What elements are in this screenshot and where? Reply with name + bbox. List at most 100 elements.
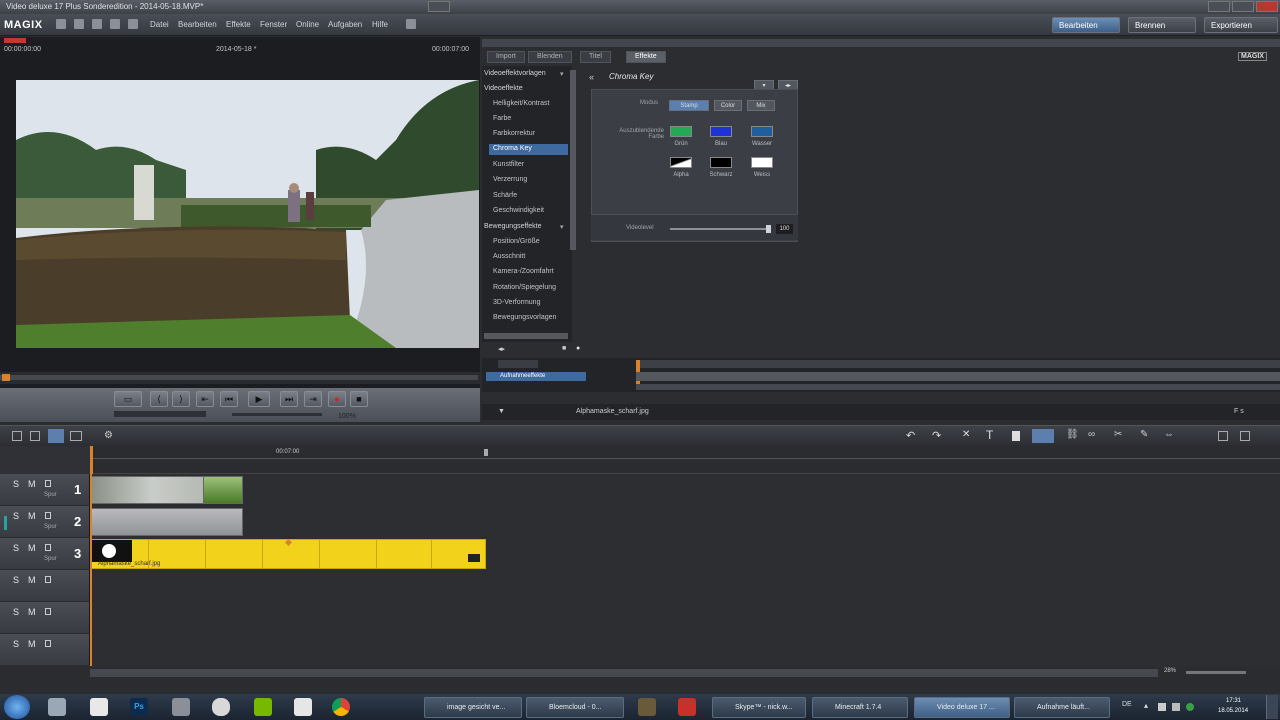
videolevel-value[interactable]: 100 bbox=[776, 224, 793, 234]
effect-track-bar[interactable] bbox=[636, 372, 1280, 381]
cut-icon[interactable]: ✂ bbox=[1114, 429, 1122, 440]
swatch-blau[interactable] bbox=[710, 126, 732, 137]
skip-end-button[interactable]: ⏭ bbox=[280, 391, 298, 407]
taskbar-video-deluxe[interactable]: Video deluxe 17 ... bbox=[914, 697, 1010, 718]
save-icon[interactable] bbox=[92, 19, 102, 29]
menu-bearbeiten[interactable]: Bearbeiten bbox=[178, 20, 217, 29]
game-icon[interactable] bbox=[638, 698, 656, 716]
nvidia-icon[interactable] bbox=[254, 698, 272, 716]
timeline-ruler[interactable]: 00:07:00 bbox=[90, 446, 1280, 474]
play-button[interactable]: ▶ bbox=[248, 391, 270, 407]
category-videoeffekte[interactable]: Videoeffekte bbox=[484, 85, 523, 92]
monitor-scrubber[interactable] bbox=[0, 372, 480, 384]
maximize-button[interactable] bbox=[1232, 1, 1254, 12]
mouse-mode-icon[interactable] bbox=[1032, 429, 1054, 443]
fx-badge[interactable] bbox=[468, 554, 480, 562]
range-end-marker[interactable] bbox=[484, 449, 488, 456]
mute-button[interactable]: M bbox=[28, 607, 36, 617]
taskbar-skype[interactable]: Skype™ - nick.w... bbox=[712, 697, 806, 718]
clock-time[interactable]: 17:31 bbox=[1226, 698, 1241, 704]
search-icon[interactable] bbox=[48, 698, 66, 716]
effect-kunstfilter[interactable]: Kunstfilter bbox=[493, 161, 524, 168]
info-icon[interactable] bbox=[406, 19, 416, 29]
effect-bewegungsvorlagen[interactable]: Bewegungsvorlagen bbox=[493, 314, 556, 321]
mark-in-button[interactable]: ⟨ bbox=[150, 391, 168, 407]
mute-button[interactable]: M bbox=[28, 479, 36, 489]
swatch-wasser[interactable] bbox=[751, 126, 773, 137]
effect-farbe[interactable]: Farbe bbox=[493, 115, 511, 122]
exportieren-button[interactable]: Exportieren bbox=[1204, 17, 1278, 33]
solo-button[interactable]: S bbox=[13, 543, 19, 553]
fullscreen-icon[interactable] bbox=[1240, 431, 1250, 441]
mouse-icon[interactable] bbox=[212, 698, 230, 716]
minimize-button-2[interactable] bbox=[1208, 1, 1230, 12]
pool-stop-icon[interactable]: ■ bbox=[562, 345, 566, 352]
pool-folder-icon[interactable]: ▼ bbox=[498, 408, 505, 415]
keyframe-marker[interactable] bbox=[284, 538, 293, 547]
track-body[interactable]: Alphamaske_scharf.jpg bbox=[90, 538, 1280, 569]
solo-button[interactable]: S bbox=[13, 639, 19, 649]
start-button[interactable] bbox=[4, 695, 30, 719]
timeline-hscrollbar[interactable] bbox=[90, 669, 1158, 677]
effect-geschwindigkeit[interactable]: Geschwindigkeit bbox=[493, 207, 544, 214]
clock-date[interactable]: 18.05.2014 bbox=[1218, 708, 1248, 714]
show-desktop-button[interactable] bbox=[1266, 695, 1278, 719]
mute-button[interactable]: M bbox=[28, 543, 36, 553]
audio-clip[interactable] bbox=[91, 508, 243, 536]
lock-icon[interactable] bbox=[45, 512, 51, 519]
mute-button[interactable]: M bbox=[28, 639, 36, 649]
record-button[interactable]: ● bbox=[328, 391, 346, 407]
skip-start-button[interactable]: ⏮ bbox=[220, 391, 238, 407]
stop-button[interactable]: ■ bbox=[350, 391, 368, 407]
lock-icon[interactable] bbox=[45, 576, 51, 583]
monitor-mode-button[interactable]: ▭ bbox=[114, 391, 142, 407]
effect-track-label[interactable]: Aufnahmeeffekte bbox=[486, 372, 586, 381]
timeline-zoom-slider[interactable] bbox=[1186, 671, 1246, 674]
effect-rotation[interactable]: Rotation/Spiegelung bbox=[493, 284, 556, 291]
modus-stamp-button[interactable]: Stamp bbox=[669, 100, 709, 111]
volume-icon[interactable] bbox=[1172, 703, 1180, 711]
effect-helligkeit[interactable]: Helligkeit/Kontrast bbox=[493, 100, 549, 107]
mute-button[interactable]: M bbox=[28, 511, 36, 521]
menu-datei[interactable]: Datei bbox=[150, 20, 169, 29]
scrubber-handle[interactable] bbox=[2, 374, 10, 381]
document-icon[interactable] bbox=[294, 698, 312, 716]
draw-icon[interactable]: ✎ bbox=[1140, 429, 1148, 440]
taskbar-minecraft[interactable]: Minecraft 1.7.4 bbox=[812, 697, 908, 718]
notepad-icon[interactable] bbox=[90, 698, 108, 716]
open-icon[interactable] bbox=[74, 19, 84, 29]
category-videoeffektvorlagen[interactable]: Videoeffektvorlagen bbox=[484, 70, 546, 77]
timeline-playhead[interactable] bbox=[90, 446, 93, 474]
taskbar-chrome[interactable]: image gesicht ve... bbox=[424, 697, 522, 718]
lock-icon[interactable] bbox=[45, 640, 51, 647]
video-frame[interactable] bbox=[16, 80, 479, 348]
menu-online[interactable]: Online bbox=[296, 20, 319, 29]
menu-effekte[interactable]: Effekte bbox=[226, 20, 251, 29]
back-arrow-icon[interactable]: « bbox=[589, 72, 594, 82]
swatch-schwarz[interactable] bbox=[710, 157, 732, 168]
scene-overview-icon[interactable] bbox=[30, 431, 40, 441]
effect-schaerfe[interactable]: Schärfe bbox=[493, 192, 517, 199]
next-marker-button[interactable]: ⇥ bbox=[304, 391, 322, 407]
multicam-icon[interactable] bbox=[70, 431, 82, 441]
marker-icon[interactable] bbox=[1012, 431, 1020, 441]
tray-status-icon[interactable] bbox=[1186, 703, 1194, 711]
pool-play-icon[interactable]: ◂▸ bbox=[498, 345, 505, 353]
delete-icon[interactable]: ✕ bbox=[962, 429, 970, 440]
timeline-mode-icon[interactable] bbox=[48, 429, 64, 443]
mute-button[interactable]: M bbox=[28, 575, 36, 585]
settings-gear-icon[interactable]: ⚙ bbox=[104, 430, 113, 441]
tools-icon[interactable] bbox=[172, 698, 190, 716]
undo-icon-timeline[interactable]: ↶ bbox=[906, 429, 915, 442]
minimize-button[interactable] bbox=[428, 1, 450, 12]
network-icon[interactable] bbox=[1158, 703, 1166, 711]
link-icon[interactable]: ⛓ bbox=[1066, 429, 1079, 440]
swatch-gruen[interactable] bbox=[670, 126, 692, 137]
effect-farbkorrektur[interactable]: Farbkorrektur bbox=[493, 130, 535, 137]
taskbar-aufnahme[interactable]: Aufnahme läuft... bbox=[1014, 697, 1110, 718]
category-bewegungseffekte[interactable]: Bewegungseffekte bbox=[484, 223, 541, 230]
volume-slider[interactable] bbox=[232, 413, 322, 416]
effect-list-scrollbar[interactable] bbox=[570, 70, 576, 250]
swatch-weiss[interactable] bbox=[751, 157, 773, 168]
bearbeiten-button[interactable]: Bearbeiten bbox=[1052, 17, 1120, 33]
